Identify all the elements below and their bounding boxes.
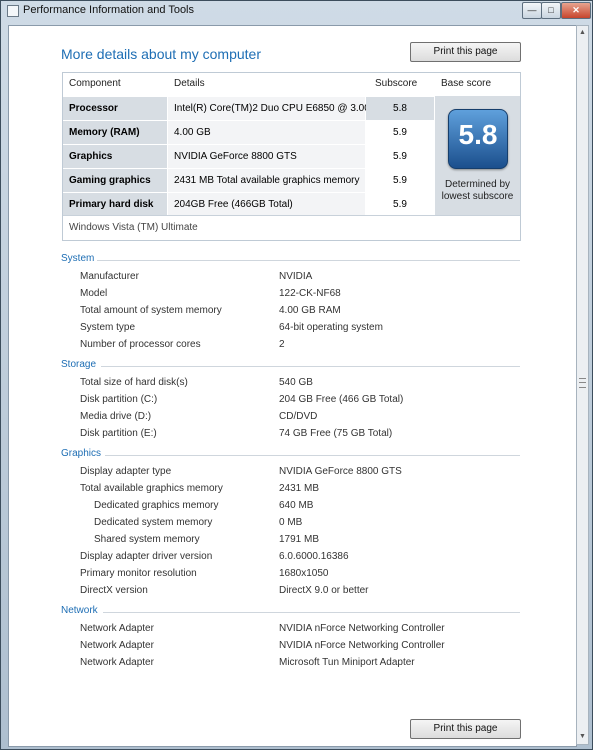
info-label: Primary monitor resolution (80, 568, 197, 579)
info-label: Total size of hard disk(s) (80, 377, 188, 388)
print-page-button[interactable]: Print this page (410, 719, 521, 739)
info-value: 4.00 GB RAM (279, 305, 341, 316)
info-value: NVIDIA GeForce 8800 GTS (279, 466, 402, 477)
details-header: Details (174, 78, 205, 89)
base-score-note: Determined by lowest subscore (441, 179, 514, 202)
base-score-value: 5.8 (458, 119, 498, 150)
info-label: Media drive (D:) (80, 411, 152, 422)
section-title-system: System (61, 253, 95, 264)
details-cell: 204GB Free (466GB Total) (168, 193, 365, 216)
info-value: 122-CK-NF68 (279, 288, 341, 299)
info-value: 0 MB (279, 517, 303, 528)
info-label: Model (80, 288, 108, 299)
scroll-down-icon[interactable]: ▼ (577, 731, 588, 743)
info-value: DirectX 9.0 or better (279, 585, 369, 596)
base-score-cell: 5.8 Determined by lowest subscore (435, 96, 520, 215)
component-cell: Processor (63, 97, 167, 120)
maximize-button[interactable]: □ (541, 2, 561, 19)
info-label: System type (80, 322, 136, 333)
info-label: Total available graphics memory (80, 483, 223, 494)
info-value: NVIDIA nForce Networking Controller (279, 623, 445, 634)
os-name: Windows Vista (TM) Ultimate (69, 222, 198, 233)
section-title-storage: Storage (61, 359, 97, 370)
divider (63, 215, 520, 216)
info-value: CD/DVD (279, 411, 318, 422)
table-row: Gaming graphics 2431 MB Total available … (63, 169, 434, 192)
subscore-header: Subscore (375, 78, 418, 89)
info-label: DirectX version (80, 585, 148, 596)
scroll-thumb-grip-icon[interactable] (579, 378, 586, 388)
base-score-badge-icon: 5.8 (448, 109, 508, 169)
page-title: More details about my computer (61, 46, 261, 62)
info-value: 1791 MB (279, 534, 320, 545)
table-row: Memory (RAM) 4.00 GB 5.9 (63, 121, 434, 144)
info-value: 1680x1050 (279, 568, 329, 579)
info-value: 2431 MB (279, 483, 320, 494)
close-button[interactable]: ✕ (561, 2, 591, 19)
info-value: 540 GB (279, 377, 313, 388)
subscore-cell: 5.9 (393, 127, 407, 138)
subscore-cell: 5.9 (393, 175, 407, 186)
component-cell: Primary hard disk (63, 193, 167, 216)
window-title: Performance Information and Tools (23, 4, 194, 16)
print-page-button[interactable]: Print this page (410, 42, 521, 62)
subscore-cell: 5.8 (366, 97, 434, 120)
info-label: Total amount of system memory (80, 305, 222, 316)
info-label: Dedicated system memory (94, 517, 213, 528)
divider (105, 455, 520, 456)
info-label: Disk partition (E:) (80, 428, 157, 439)
info-label: Network Adapter (80, 657, 154, 668)
info-label: Shared system memory (94, 534, 200, 545)
info-value: 204 GB Free (466 GB Total) (279, 394, 404, 405)
info-value: 2 (279, 339, 285, 350)
info-label: Manufacturer (80, 271, 139, 282)
divider (97, 260, 520, 261)
table-row: Processor Intel(R) Core(TM)2 Duo CPU E68… (63, 97, 434, 120)
section-title-network: Network (61, 605, 98, 616)
info-value: 64-bit operating system (279, 322, 383, 333)
base-score-header: Base score (441, 78, 492, 89)
info-label: Display adapter driver version (80, 551, 213, 562)
details-cell: 2431 MB Total available graphics memory (168, 169, 365, 192)
window-icon (7, 5, 19, 17)
info-value: NVIDIA nForce Networking Controller (279, 640, 445, 651)
component-cell: Memory (RAM) (63, 121, 167, 144)
subscore-cell: 5.9 (393, 151, 407, 162)
info-label: Display adapter type (80, 466, 172, 477)
info-value: 6.0.6000.16386 (279, 551, 349, 562)
component-header: Component (69, 78, 121, 89)
info-value: 74 GB Free (75 GB Total) (279, 428, 393, 439)
table-row: Primary hard disk 204GB Free (466GB Tota… (63, 193, 434, 216)
info-label: Network Adapter (80, 623, 154, 634)
divider (101, 366, 520, 367)
minimize-button[interactable]: — (522, 2, 542, 19)
info-value: 640 MB (279, 500, 314, 511)
section-title-graphics: Graphics (61, 448, 102, 459)
info-value: NVIDIA (279, 271, 313, 282)
table-row: Graphics NVIDIA GeForce 8800 GTS 5.9 (63, 145, 434, 168)
content-pane: More details about my computer Print thi… (8, 25, 577, 747)
score-table: Component Details Subscore Base score Pr… (62, 72, 521, 241)
info-label: Number of processor cores (80, 339, 201, 350)
title-bar[interactable]: Performance Information and Tools — □ ✕ (1, 1, 592, 21)
details-cell: Intel(R) Core(TM)2 Duo CPU E6850 @ 3.00G… (168, 97, 390, 120)
details-cell: 4.00 GB (168, 121, 365, 144)
component-cell: Graphics (63, 145, 167, 168)
subscore-cell: 5.9 (393, 199, 407, 210)
vertical-scrollbar[interactable]: ▲ ▼ (576, 25, 589, 745)
details-cell: NVIDIA GeForce 8800 GTS (168, 145, 365, 168)
info-label: Dedicated graphics memory (94, 500, 219, 511)
info-label: Network Adapter (80, 640, 154, 651)
info-value: Microsoft Tun Miniport Adapter (279, 657, 415, 668)
divider (103, 612, 520, 613)
component-cell: Gaming graphics (63, 169, 167, 192)
info-label: Disk partition (C:) (80, 394, 158, 405)
performance-window: Performance Information and Tools — □ ✕ … (0, 0, 593, 750)
scroll-up-icon[interactable]: ▲ (577, 27, 588, 39)
